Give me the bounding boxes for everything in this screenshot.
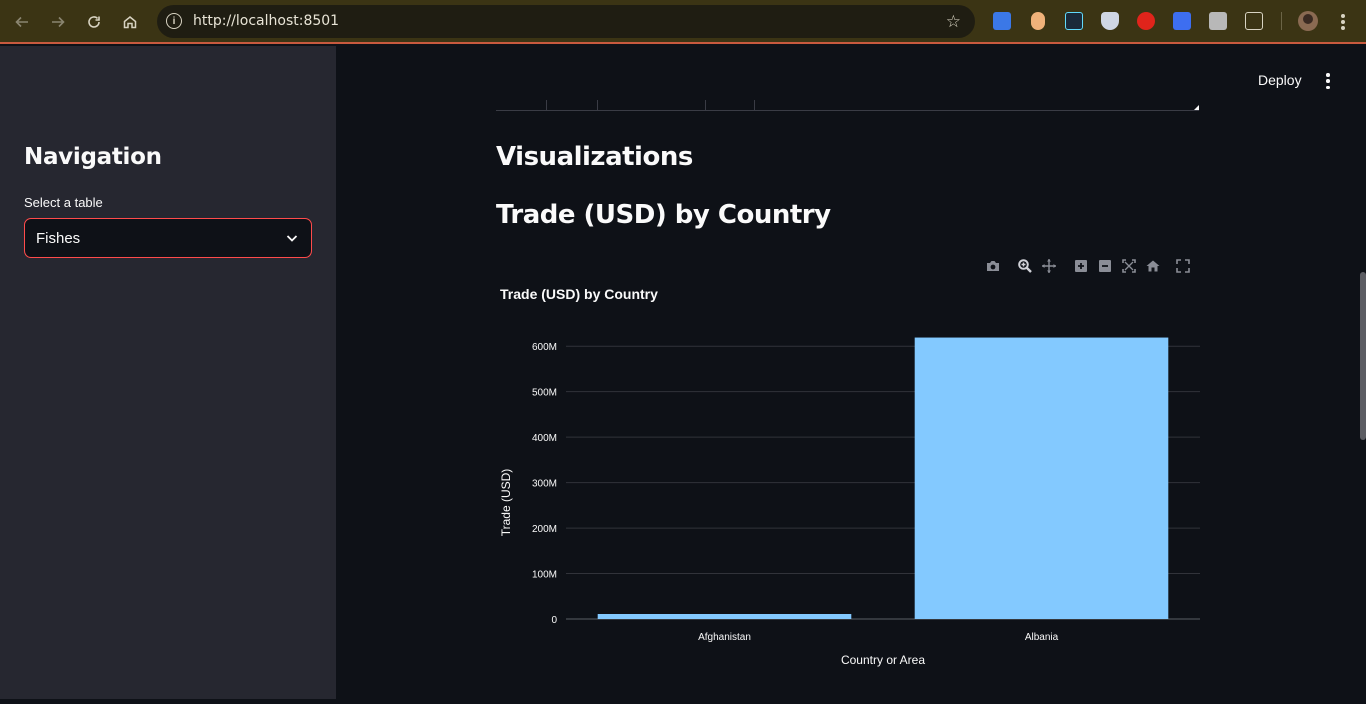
shield-extension-icon[interactable]: [1101, 12, 1119, 30]
back-arrow-icon[interactable]: [10, 10, 34, 34]
toolbar-accent-line: [0, 42, 1366, 44]
select-label: Select a table: [24, 195, 103, 210]
y-axis-title: Trade (USD): [499, 469, 513, 537]
dataframe-bottom-edge: [496, 100, 1199, 111]
forward-arrow-icon[interactable]: [46, 10, 70, 34]
y-tick-label: 600M: [532, 342, 557, 353]
extension-icon[interactable]: [1031, 12, 1045, 30]
y-tick-label: 300M: [532, 479, 557, 490]
pan-icon[interactable]: [1041, 258, 1057, 274]
y-tick-label: 100M: [532, 570, 557, 581]
translate-extension-icon[interactable]: [993, 12, 1011, 30]
url-text[interactable]: http://localhost:8501: [193, 13, 339, 29]
bookmark-star-icon[interactable]: ☆: [946, 12, 961, 32]
zoom-icon[interactable]: [1017, 258, 1033, 274]
rocket-extension-icon[interactable]: [1173, 12, 1191, 30]
home-icon[interactable]: [118, 10, 142, 34]
chart-title: Trade (USD) by Country: [500, 286, 658, 302]
section-title: Visualizations: [496, 142, 693, 172]
table-select[interactable]: Fishes: [24, 218, 312, 258]
main-content: Deploy Visualizations Trade (USD) by Cou…: [336, 46, 1366, 699]
table-select-value[interactable]: Fishes: [36, 230, 80, 247]
profile-avatar[interactable]: [1298, 11, 1318, 31]
resize-handle-icon[interactable]: [1194, 105, 1199, 110]
reload-icon[interactable]: [82, 10, 106, 34]
address-bar[interactable]: i http://localhost:8501 ☆: [157, 5, 975, 38]
reset-axes-icon[interactable]: [1145, 258, 1161, 274]
main-menu-icon[interactable]: [1325, 73, 1331, 89]
sidebar: Navigation Select a table Fishes: [0, 46, 336, 699]
y-tick-label: 400M: [532, 433, 557, 444]
chart-svg[interactable]: Trade (USD) by Country 0 100M 200M 300M 400M 5…: [496, 278, 1200, 699]
browser-toolbar: i http://localhost:8501 ☆: [0, 0, 1366, 44]
bar-chart[interactable]: Trade (USD) by Country 0 100M 200M 300M 400M 5…: [496, 278, 1200, 699]
sidebar-title: Navigation: [24, 144, 162, 170]
x-tick-label: Albania: [1025, 632, 1059, 643]
zoom-out-icon[interactable]: [1097, 258, 1113, 274]
chevron-down-icon[interactable]: [285, 231, 299, 245]
extension-icon[interactable]: [1209, 12, 1227, 30]
extensions-puzzle-icon[interactable]: [1245, 12, 1263, 30]
camera-icon[interactable]: [985, 258, 1001, 274]
x-axis-title: Country or Area: [841, 653, 925, 667]
zoom-in-icon[interactable]: [1073, 258, 1089, 274]
browser-menu-icon[interactable]: [1335, 12, 1351, 32]
x-tick-label: Afghanistan: [698, 632, 751, 643]
toolbar-divider: [1281, 12, 1282, 30]
adblock-icon[interactable]: [1137, 12, 1155, 30]
chart-heading: Trade (USD) by Country: [496, 200, 831, 230]
y-tick-label: 500M: [532, 388, 557, 399]
main-scrollbar[interactable]: [1360, 272, 1366, 440]
bar-afghanistan[interactable]: [597, 613, 852, 619]
site-info-icon[interactable]: i: [166, 13, 182, 29]
fullscreen-icon[interactable]: [1175, 258, 1191, 274]
autoscale-icon[interactable]: [1121, 258, 1137, 274]
deploy-button[interactable]: Deploy: [1258, 72, 1302, 88]
y-tick-label: 0: [551, 615, 557, 626]
y-tick-label: 200M: [532, 524, 557, 535]
react-devtools-icon[interactable]: [1065, 12, 1083, 30]
bar-albania[interactable]: [914, 337, 1169, 619]
